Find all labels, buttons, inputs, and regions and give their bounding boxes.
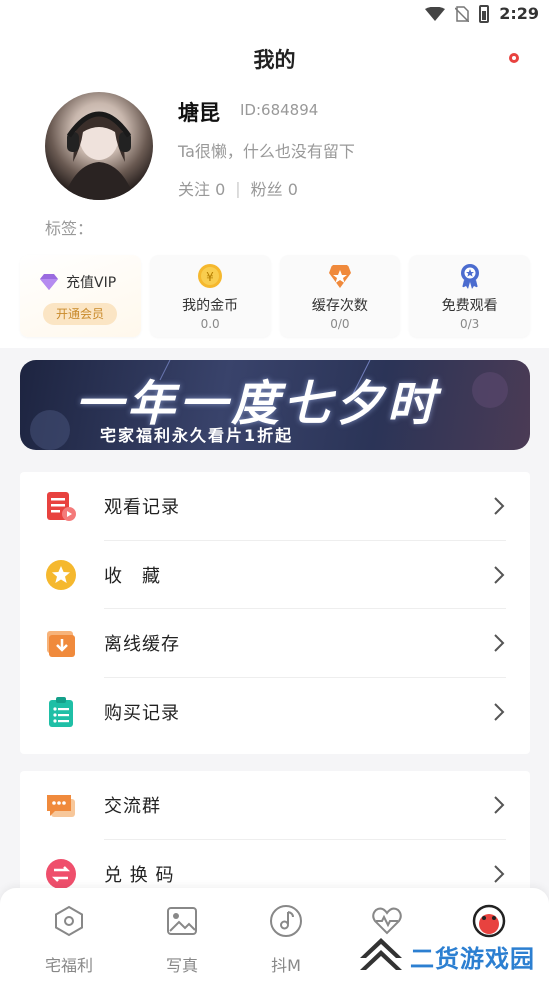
cache-card-value: 0/0 (330, 317, 350, 331)
avatar[interactable] (45, 92, 153, 200)
coins-card-title: 我的金币 (182, 298, 239, 314)
menu-item-history[interactable]: 观看记录 (20, 472, 530, 541)
coins-card[interactable]: ¥ 我的金币 0.0 (149, 255, 271, 337)
heart-pulse-icon (372, 907, 402, 935)
status-bar: 2:29 (0, 0, 549, 28)
chevron-right-icon (494, 796, 505, 814)
following-count[interactable]: 关注 0 (178, 176, 225, 200)
diamond-icon (40, 274, 58, 290)
user-id: ID:684894 (240, 101, 319, 119)
watermark-text: 二货游戏园 (410, 944, 535, 973)
menu-group-primary: 观看记录 收 藏 离线缓存 购买记录 (20, 472, 530, 754)
tab-welfare[interactable]: 宅福利 (19, 904, 119, 976)
chevron-right-icon (494, 703, 505, 721)
stats-separator: | (235, 178, 241, 198)
menu-item-favorites[interactable]: 收 藏 (20, 541, 530, 610)
username: 塘昆 (178, 101, 220, 125)
chevron-right-icon (494, 497, 505, 515)
star-icon (46, 559, 76, 590)
chevron-right-icon (494, 865, 505, 883)
download-folder-icon (47, 631, 75, 658)
follow-stats: 关注 0 | 粉丝 0 (178, 176, 298, 200)
menu-label-redeem: 兑 换 码 (104, 864, 175, 886)
chat-bubble-icon (47, 795, 75, 818)
promo-banner[interactable]: 一年一度七夕时 宅家福利永久看片1折起 (20, 360, 530, 450)
menu-item-purchases[interactable]: 购买记录 (20, 678, 530, 747)
menu-label-purchases: 购买记录 (104, 702, 180, 724)
chevron-right-icon (494, 634, 505, 652)
open-membership-button[interactable]: 开通会员 (43, 303, 117, 325)
image-icon (167, 907, 197, 935)
tab-label-photos: 写真 (165, 956, 198, 975)
battery-icon (479, 4, 490, 23)
vip-card[interactable]: 充值VIP 开通会员 (20, 255, 141, 337)
menu-item-offline[interactable]: 离线缓存 (20, 609, 530, 678)
free-watch-card-title: 免费观看 (441, 298, 498, 314)
badge-icon[interactable] (507, 51, 521, 65)
menu-label-group-chat: 交流群 (104, 796, 161, 818)
watermark: 二货游戏园 (358, 936, 535, 976)
menu-label-favorites: 收 藏 (104, 565, 161, 587)
history-icon (47, 492, 76, 522)
fans-count[interactable]: 粉丝 0 (251, 176, 298, 200)
banner-subtitle: 宅家福利永久看片1折起 (100, 426, 294, 445)
award-ribbon-icon (460, 264, 479, 289)
coins-card-value: 0.0 (200, 317, 220, 331)
music-note-icon (270, 905, 302, 937)
cache-card[interactable]: 缓存次数 0/0 (279, 255, 401, 337)
star-medal-icon (328, 265, 351, 288)
exchange-icon (46, 858, 76, 889)
status-time: 2:29 (499, 4, 539, 23)
clipboard-list-icon (49, 696, 73, 727)
menu-item-group-chat[interactable]: 交流群 (20, 771, 530, 840)
coin-icon: ¥ (198, 264, 223, 288)
tab-label-music: 抖M (271, 956, 301, 975)
avatar-image (63, 111, 135, 200)
profile-face-icon (472, 904, 506, 938)
page-title: 我的 (253, 48, 296, 72)
quick-cards: 充值VIP 开通会员 ¥ 我的金币 0.0 缓存次数 0/0 免费观看 0/3 (20, 255, 530, 337)
user-bio: Ta很懒，什么也没有留下 (178, 142, 355, 161)
menu-label-history: 观看记录 (104, 497, 180, 519)
vip-card-title: 充值VIP (66, 275, 117, 291)
home-hexagon-icon (55, 905, 83, 937)
tab-music[interactable]: 抖M (236, 904, 336, 976)
tags-label: 标签： (45, 219, 94, 238)
svg-text:¥: ¥ (206, 270, 214, 284)
no-sim-icon (455, 5, 470, 22)
chevron-right-icon (494, 566, 505, 584)
tab-photos[interactable]: 写真 (132, 904, 232, 976)
menu-label-offline: 离线缓存 (104, 634, 180, 656)
tab-label-welfare: 宅福利 (44, 956, 93, 975)
free-watch-card[interactable]: 免费观看 0/3 (409, 255, 530, 337)
free-watch-card-value: 0/3 (459, 317, 480, 331)
wifi-signal-icon (425, 6, 446, 21)
cache-card-title: 缓存次数 (311, 298, 368, 314)
watermark-logo-icon (360, 938, 402, 970)
